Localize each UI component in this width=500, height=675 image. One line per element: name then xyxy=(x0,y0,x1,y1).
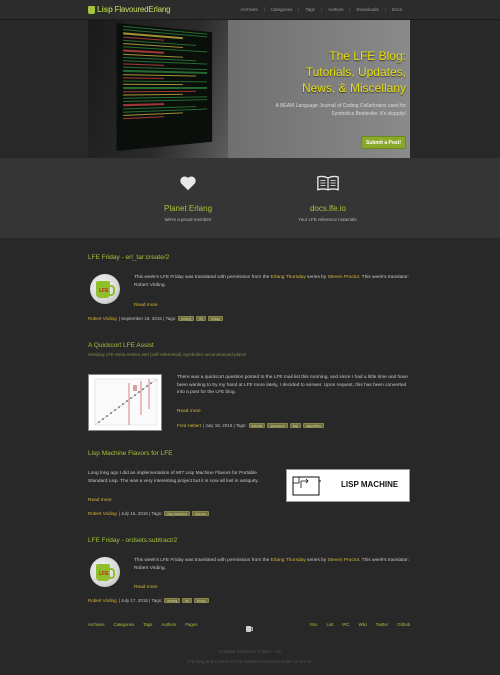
post-lfe-friday-tar: LFE Friday - erl_tar:create/2 LFE This w… xyxy=(88,254,410,321)
hero-monitor-image xyxy=(88,20,228,158)
feature-docs[interactable]: docs.lfe.io Your LFE reference materials… xyxy=(278,174,378,222)
post-meta: Fred Hebert | July 18, 2015 | Tags: tuto… xyxy=(177,423,324,428)
footer-tags[interactable]: Tags xyxy=(143,622,152,627)
author-link[interactable]: Robert Virding xyxy=(88,598,117,603)
footer-twitter[interactable]: Twitter xyxy=(376,622,389,627)
tag[interactable]: lfe xyxy=(196,316,207,321)
site-logo[interactable]: Lisp FlavouredErlang xyxy=(88,5,171,14)
lfe-mug-image: LFE xyxy=(90,557,120,587)
tag[interactable]: lisp machine xyxy=(164,511,191,516)
read-more-link[interactable]: Read more xyxy=(177,409,201,414)
nav-downloads[interactable]: Downloads xyxy=(349,7,384,12)
tag[interactable]: lisp xyxy=(289,423,302,428)
footer-license: LFE Blog and Content © LFE Hackers. Lice… xyxy=(187,659,313,664)
lfe-logo-icon[interactable] xyxy=(245,620,253,638)
tag[interactable]: quickcort xyxy=(267,423,288,428)
tag[interactable]: erlang xyxy=(178,316,195,321)
post-quickcort: A Quickcort LFE Assist Sending LFE Meta … xyxy=(88,342,410,431)
hero-subtitle: A BEAM Language Journal of Coding Cellar… xyxy=(275,103,406,117)
footer-nav-left: Archives Categories Tags Authors Pages xyxy=(88,622,197,627)
nav-authors[interactable]: Authors xyxy=(320,7,350,12)
lisp-machine-label: LISP MACHINE xyxy=(341,480,399,489)
footer-wiki[interactable]: Wiki xyxy=(359,622,367,627)
post-lisp-machine-flavors: Lisp Machine Flavors for LFE Long long a… xyxy=(88,450,410,516)
hero-banner: The LFE Blog: Tutorials, Updates, News, … xyxy=(88,20,410,158)
site-footer: Archives Categories Tags Authors Pages R… xyxy=(88,618,410,632)
steven-proctor-link[interactable]: Steven Proctor xyxy=(328,558,359,563)
quickcort-graph-image xyxy=(88,374,162,431)
footer-pages[interactable]: Pages xyxy=(185,622,197,627)
post-lfe-friday-ordsets: LFE Friday - ordsets:subtract/2 LFE This… xyxy=(88,537,410,603)
footer-irc[interactable]: IRC xyxy=(342,622,349,627)
footer-github[interactable]: Github xyxy=(397,622,410,627)
post-subtitle: Sending LFE Meta entries and (self-refer… xyxy=(88,352,247,357)
top-nav: Archives Categories Tags Authors Downloa… xyxy=(234,7,408,12)
hero-title: The LFE Blog: Tutorials, Updates, News, … xyxy=(301,49,406,95)
footer-copyright: Creative Commons © 2013 – 15 xyxy=(219,649,281,654)
logo-rest: FlavouredErlang xyxy=(114,5,171,14)
feature-title: Planet Erlang xyxy=(163,204,213,213)
post-date: | July 16, 2015 | Tags: xyxy=(118,511,163,516)
feature-subtitle: We're a proud member! xyxy=(164,217,212,222)
feature-planet-erlang[interactable]: Planet Erlang We're a proud member! xyxy=(138,174,238,222)
tag[interactable]: tutorial xyxy=(248,423,266,428)
post-meta: Robert Virding | July 16, 2015 | Tags: l… xyxy=(88,511,209,516)
post-title[interactable]: A Quickcort LFE Assist xyxy=(88,342,410,349)
code-screen-image xyxy=(116,23,213,151)
lfe-mug-icon xyxy=(88,5,95,14)
lisp-machine-image: LISP MACHINE xyxy=(286,469,410,502)
post-title[interactable]: LFE Friday - erl_tar:create/2 xyxy=(88,254,410,261)
post-date: | September 18, 2015 | Tags: xyxy=(118,316,177,321)
tag[interactable]: erlang xyxy=(164,598,181,603)
book-icon xyxy=(278,174,378,192)
read-more-link[interactable]: Read more xyxy=(134,303,158,308)
lfe-mug-image: LFE xyxy=(90,274,120,304)
footer-authors[interactable]: Authors xyxy=(161,622,176,627)
feature-subtitle: Your LFE reference materials. xyxy=(298,217,358,222)
heart-icon xyxy=(138,174,238,192)
author-link[interactable]: Robert Virding xyxy=(88,316,117,321)
tag[interactable]: lfe xyxy=(182,598,193,603)
tag[interactable]: algorithm xyxy=(303,423,324,428)
author-link[interactable]: Robert Virding xyxy=(88,511,117,516)
feature-band: Planet Erlang We're a proud member! docs… xyxy=(0,158,500,238)
post-title[interactable]: Lisp Machine Flavors for LFE xyxy=(88,450,410,457)
author-link[interactable]: Fred Hebert xyxy=(177,423,201,428)
footer-nav-right: Rss List IRC Wiki Twitter Github xyxy=(310,622,410,627)
post-meta: Robert Virding | September 18, 2015 | Ta… xyxy=(88,316,223,321)
read-more-link[interactable]: Read more xyxy=(88,498,112,503)
nav-docs[interactable]: Docs xyxy=(384,7,408,12)
tag[interactable]: friday xyxy=(208,316,223,321)
nav-categories[interactable]: Categories xyxy=(263,7,299,12)
footer-archives[interactable]: Archives xyxy=(88,622,104,627)
tag[interactable]: flavors xyxy=(192,511,209,516)
post-excerpt: There was a quickcort question posted to… xyxy=(177,375,408,396)
read-more-link[interactable]: Read more xyxy=(134,585,158,590)
nav-tags[interactable]: Tags xyxy=(298,7,321,12)
submit-post-button[interactable]: Submit a Post! xyxy=(360,136,406,149)
post-excerpt: This week's LFE Friday was translated wi… xyxy=(134,275,410,288)
post-date: | July 18, 2015 | Tags: xyxy=(203,423,247,428)
footer-list[interactable]: List xyxy=(326,622,333,627)
nav-archives[interactable]: Archives xyxy=(234,7,263,12)
post-title[interactable]: LFE Friday - ordsets:subtract/2 xyxy=(88,537,410,544)
post-meta: Robert Virding | July 17, 2015 | Tags: e… xyxy=(88,598,209,603)
site-header: Lisp FlavouredErlang Archives Categories … xyxy=(0,0,500,20)
erlang-thursday-link[interactable]: Erlang Thursday xyxy=(271,275,306,280)
post-date: | July 17, 2015 | Tags: xyxy=(118,598,163,603)
footer-categories[interactable]: Categories xyxy=(113,622,134,627)
post-excerpt: Long long ago I did an implementation of… xyxy=(88,471,259,484)
tag[interactable]: friday xyxy=(194,598,209,603)
steven-proctor-link[interactable]: Steven Proctor xyxy=(328,275,359,280)
logo-lisp: Lisp xyxy=(97,5,113,14)
feature-title: docs.lfe.io xyxy=(309,204,347,213)
erlang-thursday-link[interactable]: Erlang Thursday xyxy=(271,558,306,563)
footer-rss[interactable]: Rss xyxy=(310,622,317,627)
post-excerpt: This week's LFE Friday was translated wi… xyxy=(134,558,410,571)
